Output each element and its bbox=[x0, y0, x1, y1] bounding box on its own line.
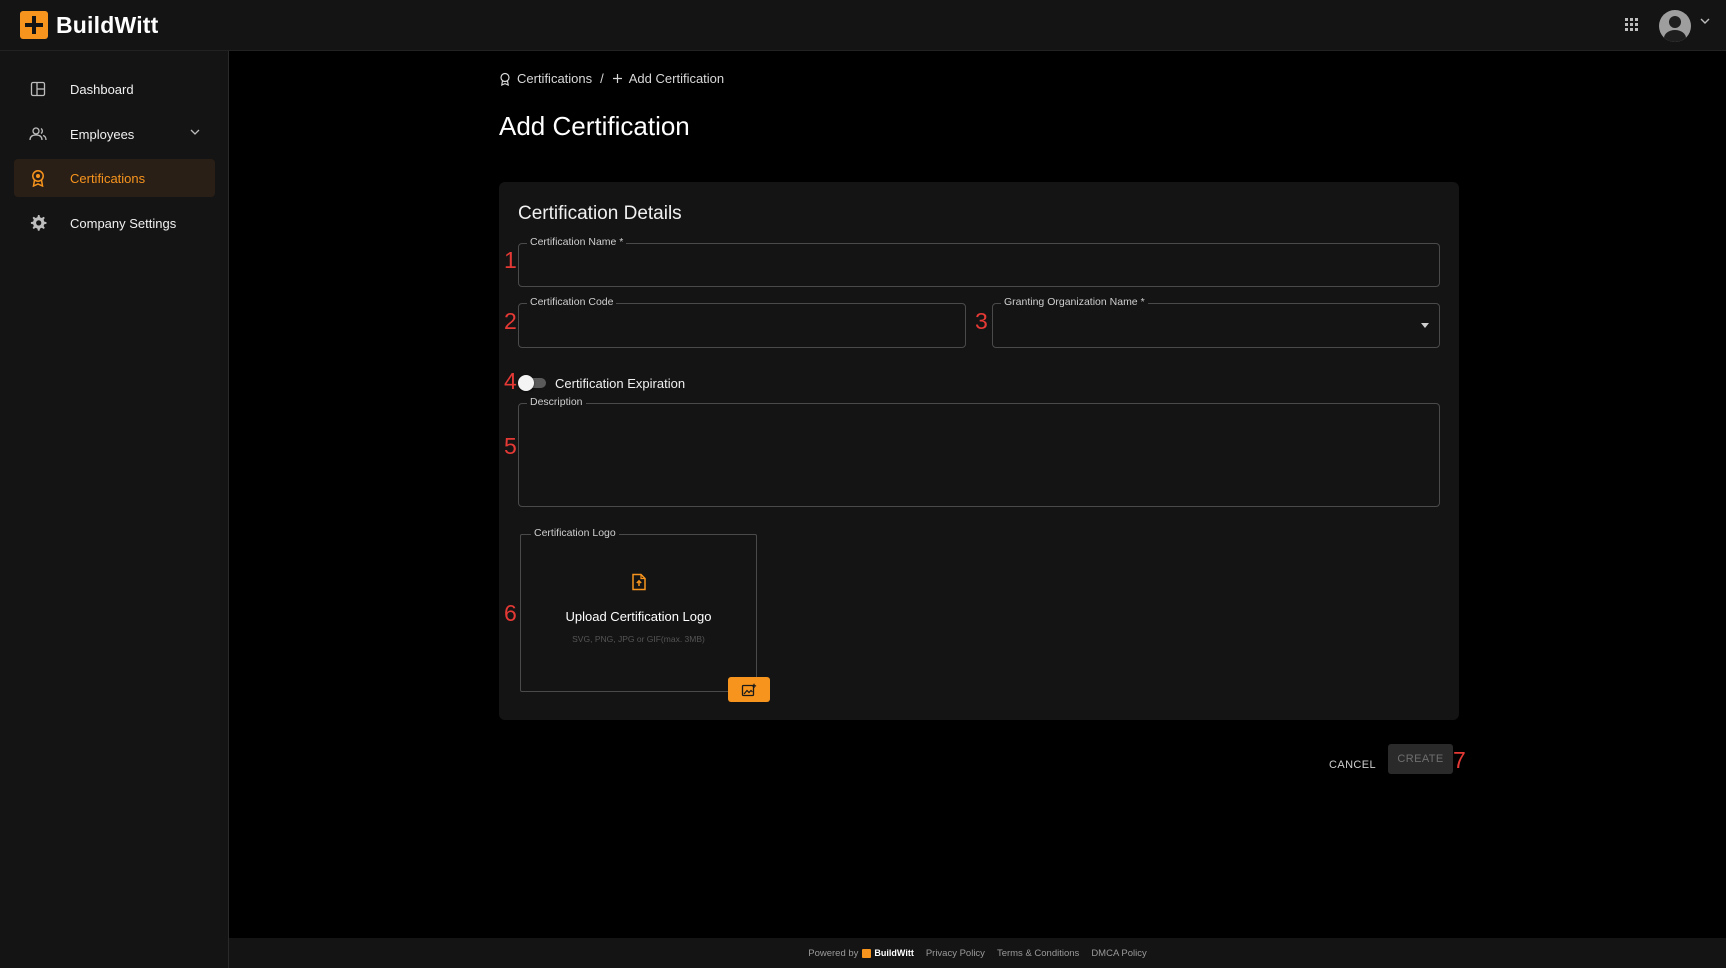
certification-code-field[interactable]: Certification Code bbox=[518, 296, 966, 348]
award-icon bbox=[500, 72, 510, 86]
granting-organization-select[interactable]: Granting Organization Name * bbox=[992, 296, 1440, 348]
annotation-marker: 6 bbox=[504, 600, 517, 626]
sidebar-item-employees[interactable]: Employees bbox=[14, 115, 215, 153]
certification-details-card: Certification Details 1 Certification Na… bbox=[499, 182, 1459, 720]
certification-expiration-toggle[interactable] bbox=[518, 374, 546, 392]
upload-image-button[interactable] bbox=[728, 677, 770, 702]
toggle-label: Certification Expiration bbox=[555, 376, 686, 391]
brand-logo[interactable]: BuildWitt bbox=[20, 11, 159, 39]
annotation-marker: 7 bbox=[1453, 747, 1466, 773]
annotation-marker: 4 bbox=[504, 368, 517, 394]
sidebar-item-label: Employees bbox=[70, 126, 135, 142]
main-content: Certifications / Add Certification Add C… bbox=[229, 51, 1726, 938]
sidebar-item-label: Certifications bbox=[70, 170, 146, 186]
page-title: Add Certification bbox=[499, 111, 690, 141]
annotation-marker: 5 bbox=[504, 433, 517, 459]
sidebar-item-label: Company Settings bbox=[70, 215, 177, 231]
privacy-policy-link[interactable]: Privacy Policy bbox=[926, 948, 985, 959]
sidebar: Dashboard Employees Certifications Compa… bbox=[0, 51, 229, 968]
annotation-marker: 3 bbox=[975, 308, 988, 334]
add-image-icon bbox=[741, 683, 757, 696]
description-textarea[interactable] bbox=[519, 404, 1439, 506]
brand-name: BuildWitt bbox=[56, 11, 159, 38]
dmca-policy-link[interactable]: DMCA Policy bbox=[1091, 948, 1146, 959]
granting-organization-input[interactable] bbox=[993, 304, 1439, 347]
certification-name-input[interactable] bbox=[519, 244, 1439, 286]
upload-title: Upload Certification Logo bbox=[565, 609, 712, 624]
breadcrumb-separator: / bbox=[600, 71, 604, 86]
certification-logo-dropzone[interactable]: Certification Logo Upload Certification … bbox=[520, 527, 757, 692]
field-label: Certification Logo bbox=[531, 527, 619, 539]
annotation-marker: 1 bbox=[504, 247, 517, 273]
file-upload-icon bbox=[632, 573, 646, 591]
create-button[interactable]: CREATE bbox=[1388, 744, 1453, 774]
sidebar-item-certifications[interactable]: Certifications bbox=[14, 159, 215, 197]
annotation-marker: 2 bbox=[504, 308, 517, 334]
buildwitt-logo-icon bbox=[20, 11, 48, 39]
certification-name-field[interactable]: Certification Name * bbox=[518, 236, 1440, 287]
footer: Powered by BuildWitt Privacy Policy Term… bbox=[229, 938, 1726, 968]
dashboard-icon bbox=[27, 78, 49, 100]
breadcrumb-certifications-link[interactable]: Certifications bbox=[517, 71, 592, 86]
chevron-down-icon[interactable] bbox=[189, 126, 201, 138]
section-title: Certification Details bbox=[518, 203, 682, 224]
top-bar: BuildWitt bbox=[0, 0, 1726, 51]
apps-grid-icon[interactable] bbox=[1625, 18, 1639, 32]
description-field[interactable]: Description bbox=[518, 396, 1440, 507]
chevron-down-icon[interactable] bbox=[1700, 16, 1710, 26]
powered-by: Powered by BuildWitt bbox=[808, 948, 914, 959]
app-frame: BuildWitt Dashboard Employees Certificat… bbox=[0, 0, 1726, 968]
plus-icon bbox=[612, 74, 622, 83]
gear-icon bbox=[27, 212, 49, 234]
breadcrumb-current: Add Certification bbox=[628, 71, 725, 86]
certification-code-input[interactable] bbox=[519, 304, 965, 347]
user-avatar-icon[interactable] bbox=[1659, 10, 1691, 42]
cancel-button[interactable]: CANCEL bbox=[1323, 751, 1382, 779]
upload-hint: SVG, PNG, JPG or GIF(max. 3MB) bbox=[572, 634, 705, 644]
award-icon bbox=[27, 167, 49, 189]
powered-by-label: Powered by bbox=[808, 947, 859, 959]
footer-brand: BuildWitt bbox=[874, 948, 914, 958]
dropdown-arrow-icon[interactable] bbox=[1421, 323, 1429, 328]
breadcrumb: Certifications / Add Certification bbox=[499, 71, 724, 86]
sidebar-item-company-settings[interactable]: Company Settings bbox=[14, 204, 215, 242]
terms-link[interactable]: Terms & Conditions bbox=[997, 948, 1079, 959]
sidebar-item-label: Dashboard bbox=[70, 81, 134, 97]
people-icon bbox=[27, 123, 49, 145]
sidebar-item-dashboard[interactable]: Dashboard bbox=[14, 70, 215, 108]
buildwitt-logo-icon bbox=[862, 948, 872, 958]
